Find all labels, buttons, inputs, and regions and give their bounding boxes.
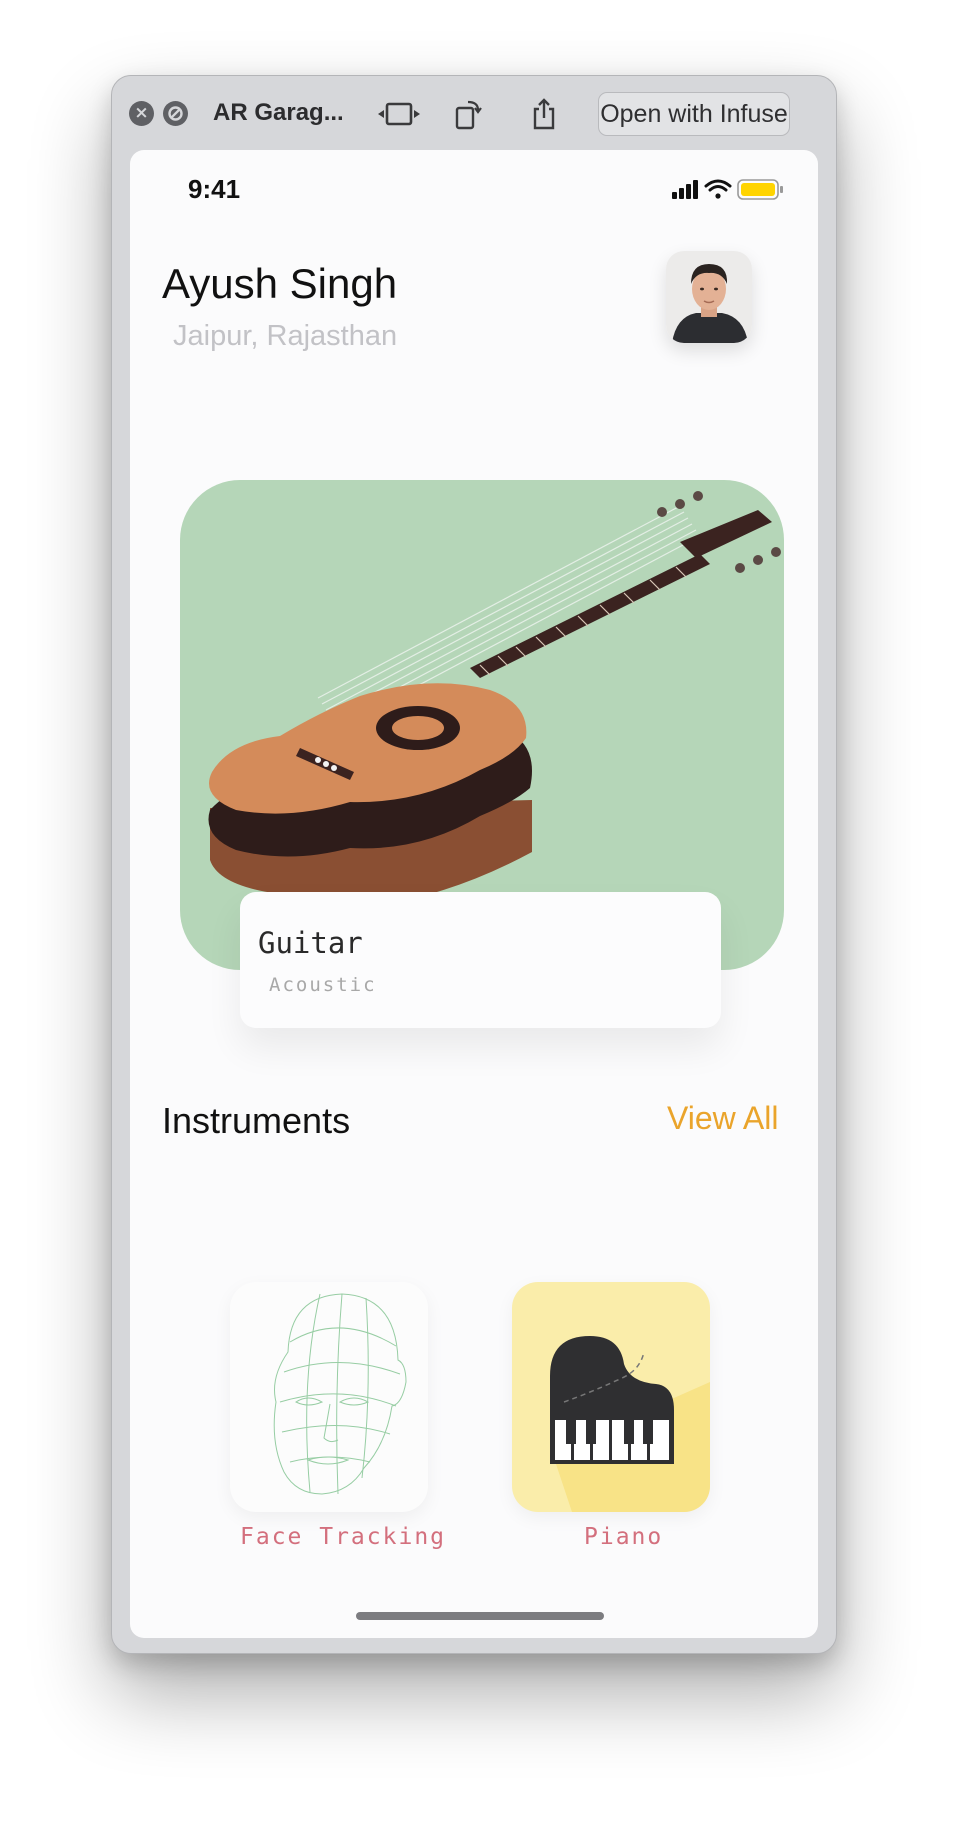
- home-indicator[interactable]: [356, 1612, 604, 1620]
- view-all-link[interactable]: View All: [667, 1100, 778, 1137]
- section-title-instruments: Instruments: [162, 1100, 351, 1141]
- featured-subtitle: Acoustic: [269, 974, 377, 996]
- open-with-infuse-button[interactable]: Open with Infuse: [598, 92, 790, 136]
- featured-card[interactable]: Guitar Acoustic: [240, 892, 721, 1028]
- battery-icon: [737, 179, 783, 200]
- rotate-icon[interactable]: [454, 96, 484, 132]
- avatar[interactable]: [666, 251, 752, 343]
- quick-look-window: × AR Garag... Open with Infuse 9:41 Ayus…: [111, 75, 837, 1654]
- rewind-forward-icon[interactable]: [376, 96, 422, 132]
- close-icon[interactable]: ×: [129, 101, 154, 126]
- status-icons: [672, 178, 792, 206]
- face-tracking-tile[interactable]: [230, 1282, 428, 1512]
- window-titlebar: × AR Garag... Open with Infuse: [112, 76, 836, 152]
- piano-tile[interactable]: [512, 1282, 710, 1512]
- featured-title: Guitar: [258, 926, 363, 960]
- app-screen: 9:41 Ayush Singh Jaipur, Rajasthan Guita…: [130, 150, 818, 1638]
- window-title: AR Garag...: [213, 99, 344, 126]
- wifi-icon: [704, 179, 732, 199]
- user-location: Jaipur, Rajasthan: [173, 320, 398, 352]
- status-time: 9:41: [188, 174, 241, 204]
- grand-piano-icon: [550, 1336, 710, 1512]
- disable-icon[interactable]: [163, 101, 188, 126]
- piano-label[interactable]: Piano: [584, 1524, 663, 1550]
- cellular-signal-icon: [672, 180, 698, 199]
- user-name: Ayush Singh: [162, 260, 398, 307]
- face-mesh-icon: [273, 1293, 407, 1495]
- share-icon[interactable]: [531, 96, 557, 132]
- face-tracking-label[interactable]: Face Tracking: [240, 1524, 446, 1550]
